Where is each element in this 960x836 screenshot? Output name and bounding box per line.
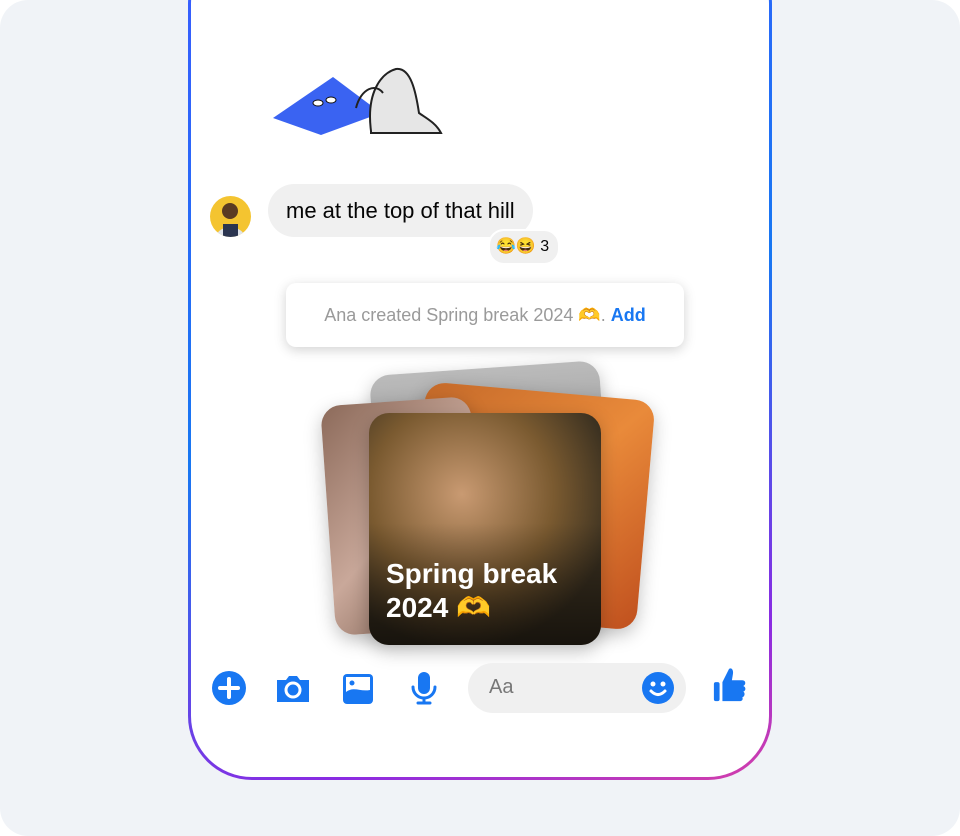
- reaction-emojis: 😂😆: [496, 238, 536, 255]
- album-notice: Ana created Spring break 2024 🫶. Add: [286, 283, 684, 347]
- notice-text: Ana created Spring break 2024 🫶.: [324, 305, 606, 325]
- album-title: Spring break 2024 🫶: [386, 558, 558, 623]
- image-icon[interactable]: [340, 670, 376, 706]
- emoji-icon[interactable]: [641, 671, 675, 705]
- camera-icon[interactable]: [275, 670, 311, 706]
- album-cover[interactable]: Spring break 2024 🫶: [369, 413, 601, 645]
- sticker: [273, 67, 443, 135]
- plus-icon[interactable]: [211, 670, 247, 706]
- chat-screen: me at the top of that hill 😂😆 3 Ana crea…: [191, 0, 769, 777]
- message-bubble[interactable]: me at the top of that hill: [268, 184, 533, 237]
- avatar[interactable]: [210, 196, 251, 237]
- thumbs-up-icon[interactable]: [712, 667, 748, 703]
- reactions-badge[interactable]: 😂😆 3: [488, 229, 561, 265]
- message-input[interactable]: Aa: [468, 663, 686, 713]
- microphone-icon[interactable]: [406, 670, 442, 706]
- add-link[interactable]: Add: [611, 305, 646, 325]
- input-placeholder: Aa: [489, 676, 514, 698]
- reaction-count: 3: [540, 238, 550, 255]
